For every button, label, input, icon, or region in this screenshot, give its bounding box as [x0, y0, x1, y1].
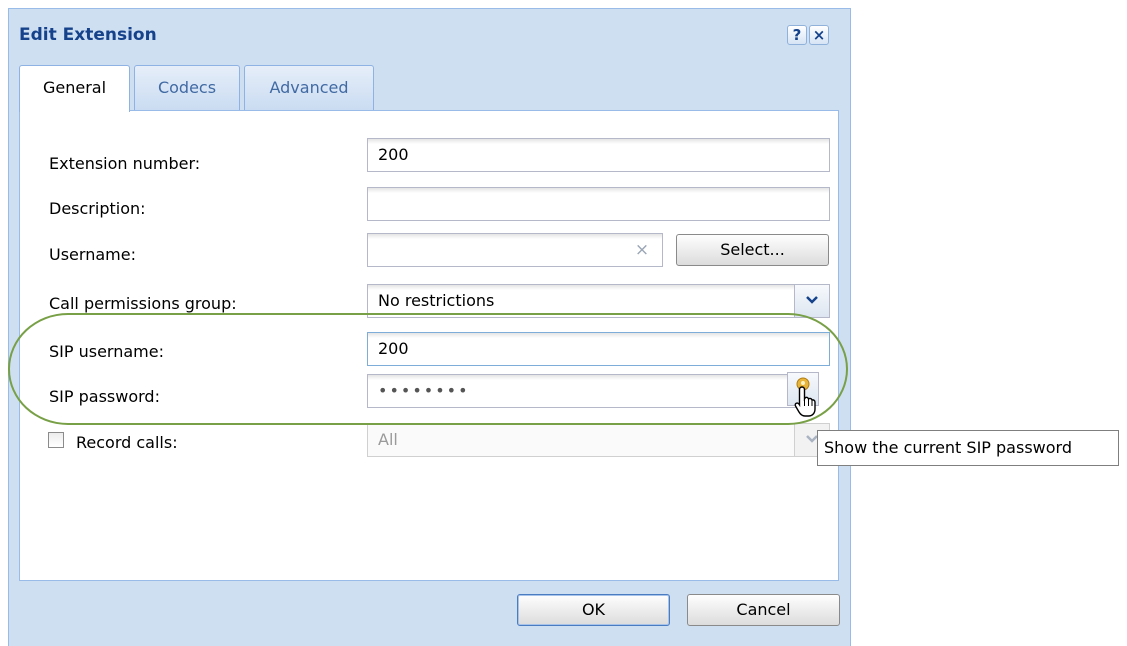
chevron-down-icon[interactable]: [794, 285, 829, 317]
call-permissions-group-select[interactable]: No restrictions: [367, 284, 830, 318]
show-password-tooltip: Show the current SIP password: [817, 430, 1119, 466]
tab-advanced[interactable]: Advanced: [244, 65, 374, 110]
sip-username-field[interactable]: 200: [367, 332, 830, 366]
ok-button[interactable]: OK: [517, 594, 670, 626]
close-icon[interactable]: ×: [809, 25, 829, 45]
cancel-button[interactable]: Cancel: [687, 594, 840, 626]
sip-password-field[interactable]: ••••••••: [367, 374, 799, 408]
record-calls-value: All: [378, 430, 398, 449]
username-field[interactable]: [367, 233, 663, 267]
dialog-titlebar[interactable]: Edit Extension ? ×: [9, 9, 850, 59]
call-permissions-group-label: Call permissions group:: [49, 294, 237, 313]
tab-general[interactable]: General: [19, 65, 130, 112]
sip-username-label: SIP username:: [49, 342, 164, 361]
call-permissions-group-value: No restrictions: [378, 291, 495, 310]
record-calls-select[interactable]: All: [367, 423, 830, 457]
extension-number-label: Extension number:: [49, 154, 201, 173]
edit-extension-dialog: Edit Extension ? × General Codecs Advanc…: [8, 8, 851, 646]
hand-cursor-icon: [794, 386, 816, 417]
description-field[interactable]: [367, 187, 830, 221]
record-calls-checkbox[interactable]: [48, 432, 64, 448]
general-tab-panel: Extension number: 200 Description: Usern…: [19, 110, 839, 581]
tab-strip: General Codecs Advanced: [19, 65, 839, 112]
help-icon[interactable]: ?: [787, 25, 807, 45]
description-label: Description:: [49, 199, 146, 218]
tab-codecs[interactable]: Codecs: [134, 65, 240, 110]
dialog-title: Edit Extension: [19, 25, 157, 45]
username-label: Username:: [49, 245, 136, 264]
select-user-button[interactable]: Select...: [676, 234, 829, 266]
extension-number-field[interactable]: 200: [367, 138, 830, 172]
clear-username-icon[interactable]: ×: [632, 240, 652, 260]
sip-password-label: SIP password:: [49, 387, 160, 406]
record-calls-label: Record calls:: [76, 433, 178, 452]
